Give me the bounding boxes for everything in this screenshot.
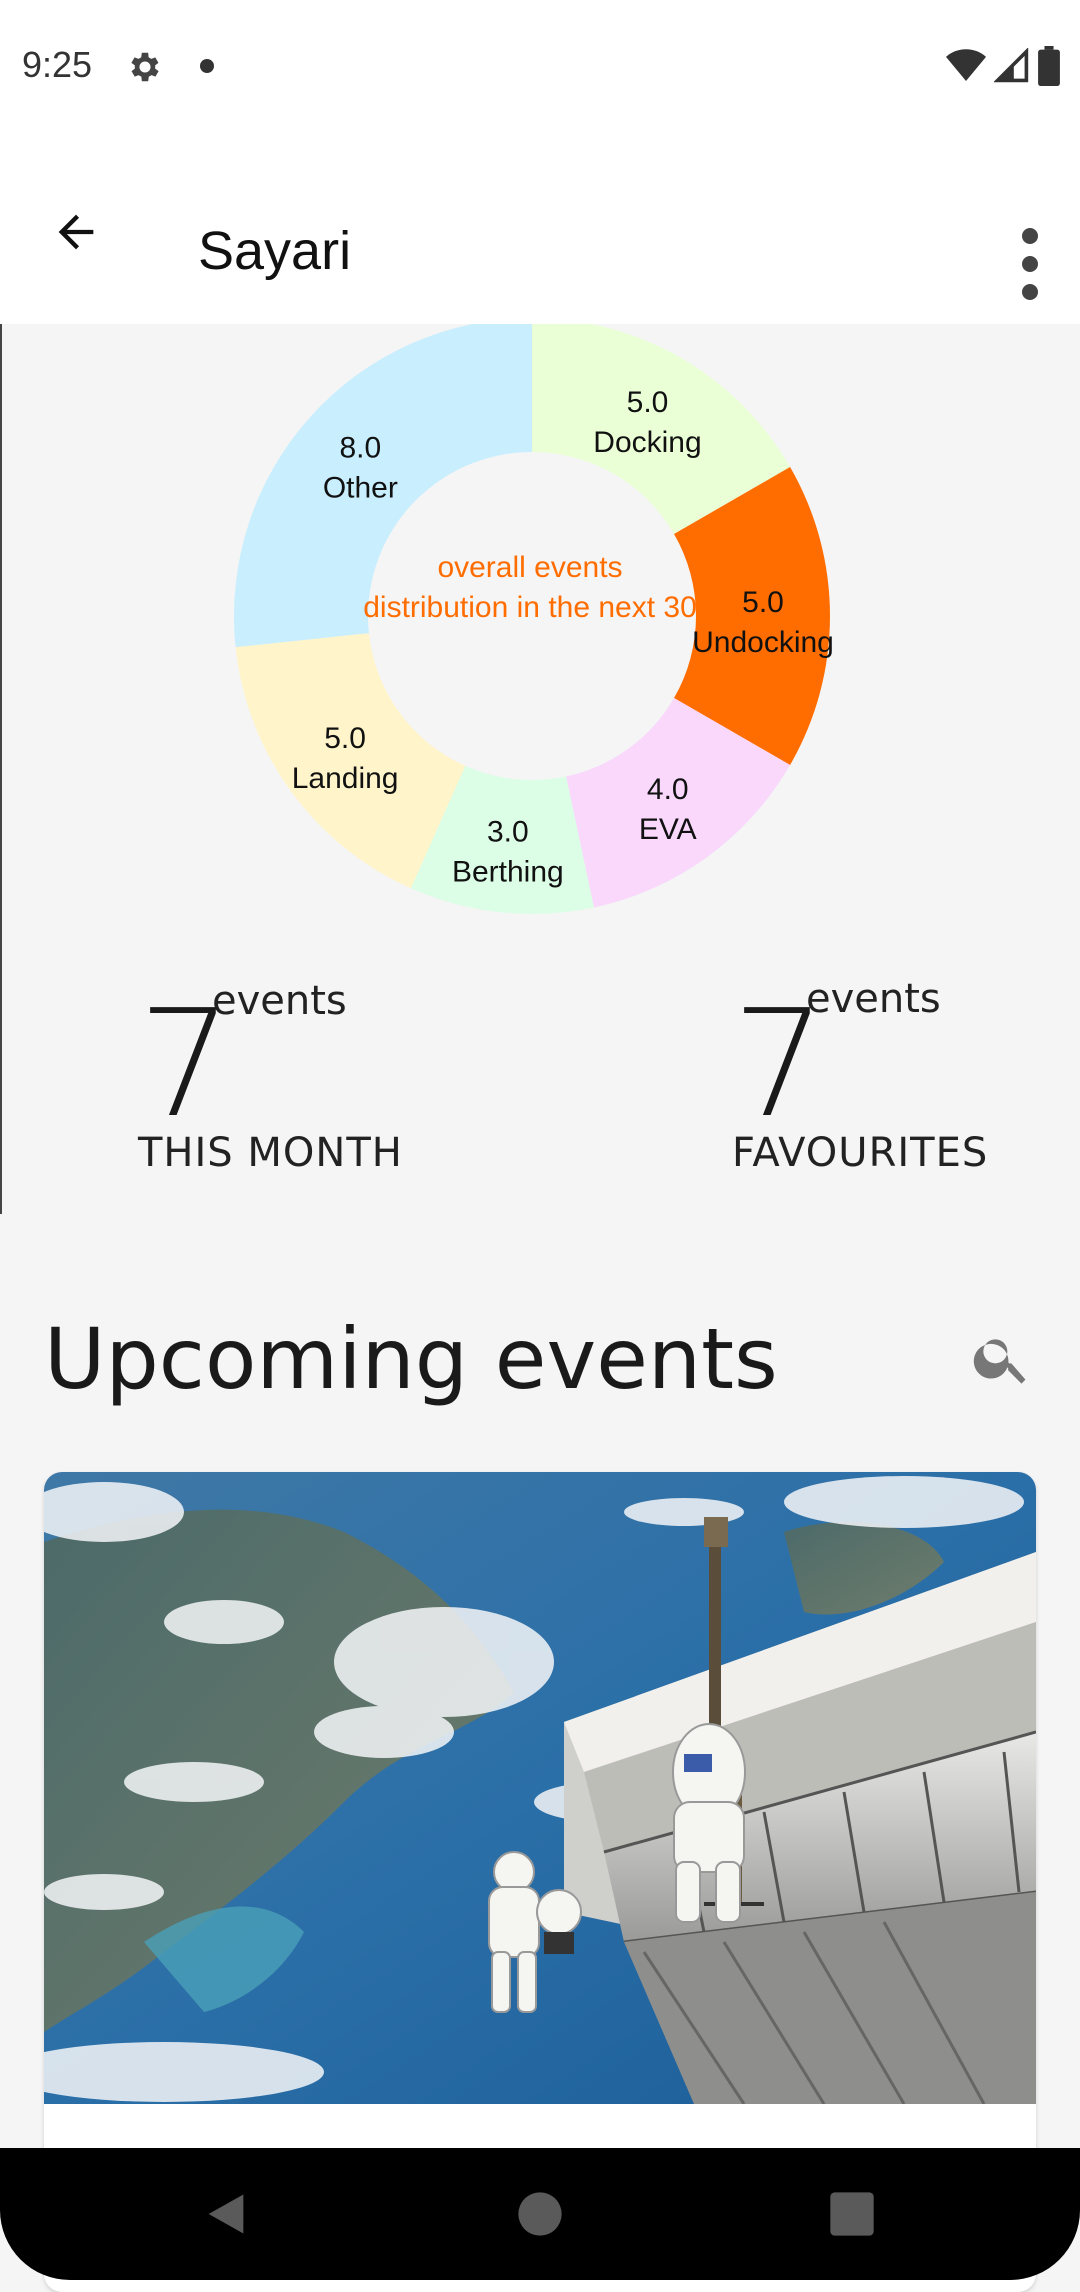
stat-favourites-unit: events: [806, 976, 941, 1022]
more-vert-icon[interactable]: [1008, 216, 1052, 312]
status-time: 9:25: [22, 44, 93, 85]
donut-category-label: Docking: [593, 426, 701, 459]
signal-icon: [994, 48, 1029, 83]
donut-value-label: 5.0: [627, 386, 669, 419]
stat-favourites-label: FAVOURITES: [732, 1130, 989, 1176]
donut-value-label: 4.0: [647, 773, 689, 806]
recents-square-icon[interactable]: [826, 2188, 878, 2240]
donut-value-label: 5.0: [324, 722, 366, 755]
gear-icon: [131, 52, 159, 82]
donut-value-label: 8.0: [339, 431, 381, 464]
donut-value-label: 3.0: [487, 816, 529, 849]
back-triangle-icon[interactable]: [200, 2188, 252, 2240]
battery-icon: [1038, 46, 1060, 86]
donut-center-label: overall events distribution in the next …: [363, 551, 697, 624]
donut-category-label: Other: [323, 471, 398, 504]
stat-month-label: THIS MONTH: [138, 1130, 403, 1176]
arrow-back-icon: [58, 214, 94, 250]
search-icon[interactable]: [970, 1326, 1034, 1390]
donut-category-label: Landing: [292, 762, 399, 795]
donut-category-label: Undocking: [692, 626, 834, 659]
stat-month-unit: events: [212, 978, 347, 1024]
status-bar: 9:25: [0, 0, 1080, 136]
back-button[interactable]: [40, 196, 112, 268]
spacewalk-photo: [44, 1472, 1036, 2104]
wifi-icon: [946, 49, 986, 81]
app-bar: Sayari: [0, 136, 1080, 324]
system-nav-bar: [0, 2148, 1080, 2280]
page-title: Sayari: [198, 221, 352, 281]
status-icons: [946, 46, 1060, 86]
donut-category-label: EVA: [639, 813, 697, 846]
donut-category-label: Berthing: [452, 856, 564, 889]
upcoming-events-heading: Upcoming events: [44, 1310, 778, 1408]
notification-dot-icon: [200, 59, 214, 73]
donut-value-label: 5.0: [742, 586, 784, 619]
home-circle-icon[interactable]: [514, 2188, 566, 2240]
